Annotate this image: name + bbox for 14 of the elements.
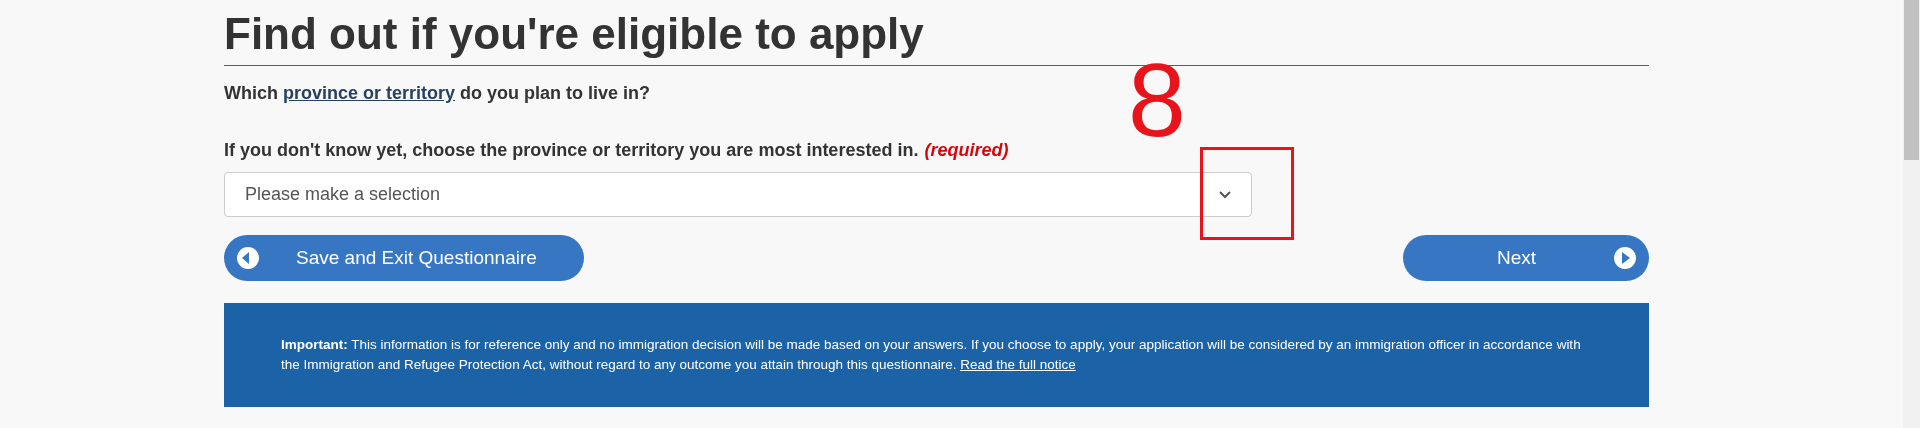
read-notice-link[interactable]: Read the full notice: [960, 357, 1076, 372]
scrollbar[interactable]: [1903, 0, 1920, 428]
page-heading: Find out if you're eligible to apply: [224, 8, 925, 60]
annotation-number: 8: [1128, 50, 1186, 150]
chevron-down-icon: [1219, 190, 1231, 199]
field-label: If you don't know yet, choose the province or territory you are most interested in.: [224, 139, 919, 162]
province-select[interactable]: Please make a selection: [224, 172, 1252, 217]
question-text: Which province or territory do you plan to live in?: [224, 82, 652, 105]
save-exit-button[interactable]: Save and Exit Questionnaire: [224, 235, 584, 281]
required-label: (required): [924, 139, 1009, 162]
select-placeholder: Please make a selection: [245, 183, 441, 206]
notice-text: Important: This information is for reference only and no immigration decision will be made based on your answers. If you choose to apply, your application will be considered by an immigration officer in accordance with the Immigration and Refugee Protection Act, without regard to any outcome you attain through this questionnaire. Read the full notice: [281, 336, 1582, 374]
province-link[interactable]: province or territory: [283, 83, 456, 103]
next-button[interactable]: Next: [1403, 235, 1649, 281]
